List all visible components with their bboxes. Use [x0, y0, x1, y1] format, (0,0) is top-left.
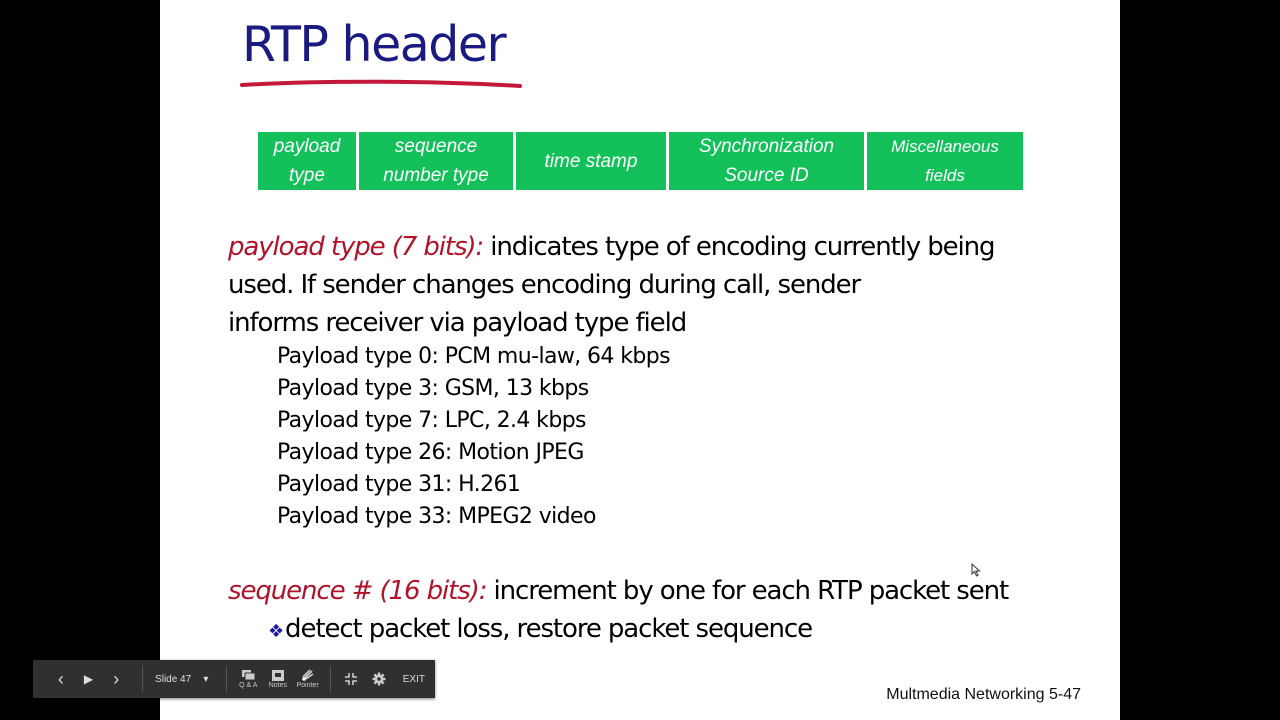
slide-footer: Multmedia Networking 5-47 — [886, 686, 1081, 703]
settings-button[interactable] — [365, 660, 393, 698]
header-field-sequence-number: sequence number type — [359, 132, 516, 190]
mouse-cursor-icon — [971, 563, 981, 577]
payload-type-item: Payload type 31: H.261 — [277, 472, 521, 497]
gear-icon — [372, 672, 386, 686]
play-button[interactable]: ▶ — [75, 660, 103, 698]
next-slide-button[interactable]: › — [102, 660, 130, 698]
payload-type-item: Payload type 33: MPEG2 video — [277, 504, 596, 529]
field-label: Synchronization — [698, 136, 835, 157]
pointer-button[interactable]: Pointer — [293, 660, 323, 698]
payload-type-line-3: informs receiver via payload type field — [228, 308, 687, 338]
payload-type-line-1: payload type (7 bits): indicates type of… — [228, 232, 996, 262]
field-label: payload — [273, 136, 341, 157]
payload-type-line-2: used. If sender changes encoding during … — [228, 270, 861, 300]
title-underline — [240, 79, 522, 88]
dropdown-caret-icon: ▾ — [203, 673, 209, 685]
field-label: time stamp — [544, 150, 638, 172]
laser-pointer-icon — [301, 669, 314, 681]
field-label: type — [289, 165, 325, 186]
sequence-bullet: ❖detect packet loss, restore packet sequ… — [268, 614, 813, 644]
slide-title: RTP header — [242, 16, 507, 73]
exit-fullscreen-button[interactable] — [337, 660, 365, 698]
slide-canvas: RTP header payload type sequence number ty… — [160, 0, 1120, 720]
payload-type-item: Payload type 0: PCM mu-law, 64 kbps — [277, 344, 671, 369]
chevron-right-icon: › — [113, 668, 120, 689]
header-field-misc: Miscellaneous fields — [867, 132, 1023, 190]
exit-label: EXIT — [402, 673, 425, 685]
toolbar-divider — [330, 666, 332, 692]
header-field-ssrc: Synchronization Source ID — [669, 132, 867, 190]
exit-button[interactable]: EXIT — [393, 660, 435, 698]
chevron-left-icon: ‹ — [57, 668, 64, 689]
notes-button[interactable]: Notes — [263, 660, 293, 698]
notes-label: Notes — [268, 681, 288, 689]
qa-button[interactable]: Q & A — [233, 660, 263, 698]
rtp-header-diagram: payload type sequence number type time sta… — [258, 132, 1023, 190]
pointer-label: Pointer — [296, 682, 319, 689]
slide-selector-value: Slide 47 — [155, 673, 192, 685]
payload-type-item: Payload type 3: GSM, 13 kbps — [277, 376, 589, 401]
notes-icon — [271, 669, 284, 681]
diamond-bullet-icon: ❖ — [268, 621, 284, 642]
bullet-text: detect packet loss, restore packet seque… — [285, 614, 813, 644]
previous-slide-button[interactable]: ‹ — [47, 660, 75, 698]
sequence-term: sequence # (16 bits): — [228, 576, 487, 606]
qa-label: Q & A — [239, 681, 258, 689]
header-field-time-stamp: time stamp — [516, 132, 669, 190]
payload-type-item: Payload type 7: LPC, 2.4 kbps — [277, 408, 587, 433]
presenter-toolbar: ‹ ▶ › Slide 47 ▾ Q & A Notes Pointer EXI… — [33, 660, 435, 698]
play-icon: ▶ — [83, 672, 94, 686]
payload-type-description: indicates type of encoding currently bei… — [483, 232, 995, 262]
field-label: Miscellaneous — [891, 137, 999, 156]
field-label: fields — [925, 166, 965, 185]
header-field-payload-type: payload type — [258, 132, 359, 190]
qa-icon — [241, 669, 255, 680]
slide-selector-dropdown[interactable]: Slide 47 ▾ — [143, 660, 216, 698]
sequence-line: sequence # (16 bits): increment by one f… — [228, 576, 1010, 606]
field-label: Source ID — [724, 165, 809, 186]
exit-fullscreen-icon — [345, 673, 358, 685]
payload-type-item: Payload type 26: Motion JPEG — [277, 440, 584, 465]
sequence-description: increment by one for each RTP packet sen… — [486, 576, 1010, 606]
field-label: number type — [383, 165, 489, 186]
payload-type-term: payload type (7 bits): — [228, 232, 484, 262]
toolbar-divider — [226, 666, 228, 692]
field-label: sequence — [394, 136, 478, 157]
